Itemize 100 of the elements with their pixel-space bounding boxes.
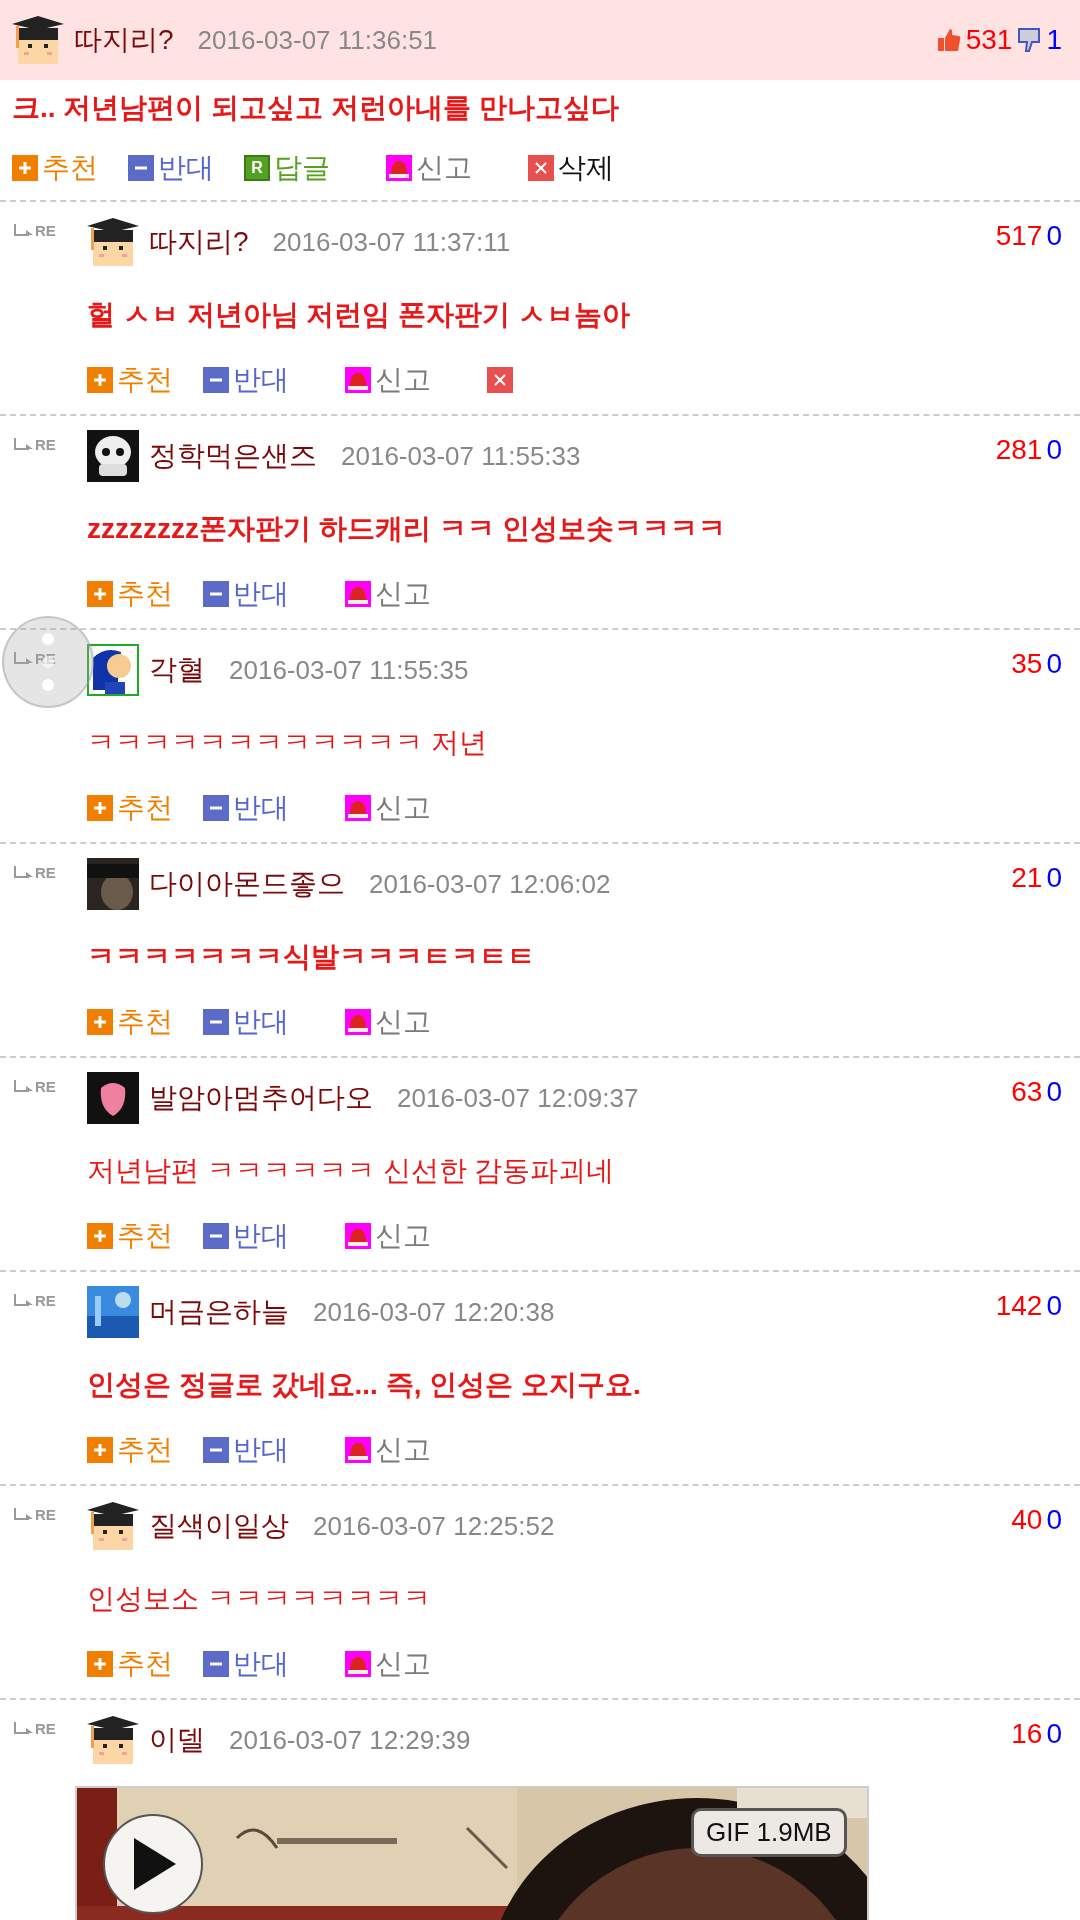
reply-arrow-icon xyxy=(12,1079,34,1095)
dislike-count: 0 xyxy=(1046,1076,1062,1108)
author-name[interactable]: 각혈 xyxy=(149,651,205,689)
dislike-count: 0 xyxy=(1046,1718,1062,1750)
like-count: 63 xyxy=(1011,1076,1043,1108)
reply-arrow-icon xyxy=(12,1721,34,1737)
siren-icon xyxy=(345,1009,371,1035)
reply-tag: RE xyxy=(35,1506,56,1523)
report-button[interactable]: 신고 xyxy=(345,1645,431,1683)
reply-tag: RE xyxy=(35,1078,56,1095)
reply-button[interactable]: R 답글 xyxy=(244,149,330,187)
comment-text: 헐 ㅅㅂ 저년아님 저런임 폰자판기 ㅅㅂ놈아 xyxy=(87,298,630,332)
gif-size-badge: GIF 1.9MB xyxy=(691,1808,847,1857)
minus-icon xyxy=(203,1223,229,1249)
like-count: 142 xyxy=(995,1290,1043,1322)
reply-arrow-icon xyxy=(12,651,34,667)
recommend-button[interactable]: 추천 xyxy=(87,575,173,613)
minus-icon xyxy=(128,155,154,181)
author-name[interactable]: 발암아멈추어다오 xyxy=(149,1079,373,1117)
thumbs-down-icon[interactable] xyxy=(1016,27,1043,53)
delete-button[interactable] xyxy=(487,367,513,393)
recommend-button[interactable]: 추천 xyxy=(87,1645,173,1683)
reply-tag: RE xyxy=(35,222,56,239)
report-button[interactable]: 신고 xyxy=(386,149,472,187)
author-name[interactable]: 따지리? xyxy=(149,223,249,261)
comment-text: 크.. 저년남편이 되고싶고 저런아내를 만나고싶다 xyxy=(12,91,619,125)
siren-icon xyxy=(345,367,371,393)
oppose-button[interactable]: 반대 xyxy=(203,1217,289,1255)
like-count: 531 xyxy=(965,24,1013,56)
recommend-button[interactable]: 추천 xyxy=(87,1431,173,1469)
siren-icon xyxy=(386,155,412,181)
author-name[interactable]: 정학먹은샌즈 xyxy=(149,437,317,475)
author-name[interactable]: 이델 xyxy=(149,1721,205,1759)
r-icon: R xyxy=(244,155,270,181)
dislike-count: 0 xyxy=(1046,1504,1062,1536)
plus-icon xyxy=(87,1437,113,1463)
comment-text: ㅋㅋㅋㅋㅋㅋㅋ식발ㅋㅋㅋㅌㅋㅌㅌ xyxy=(87,940,535,974)
comment-text: ㅋㅋㅋㅋㅋㅋㅋㅋㅋㅋㅋㅋ 저년 xyxy=(87,726,487,760)
siren-icon xyxy=(345,1437,371,1463)
timestamp: 2016-03-07 12:29:39 xyxy=(229,1724,471,1756)
reply-arrow-icon xyxy=(12,223,34,239)
reply-tag: RE xyxy=(35,864,56,881)
like-count: 16 xyxy=(1011,1718,1043,1750)
reply-arrow-icon xyxy=(12,1293,34,1309)
reply-tag: RE xyxy=(35,1720,56,1737)
report-button[interactable]: 신고 xyxy=(345,1431,431,1469)
timestamp: 2016-03-07 11:36:51 xyxy=(197,24,438,56)
comment-text: 인성은 정글로 갔네요... 즉, 인성은 오지구요. xyxy=(87,1368,641,1402)
timestamp: 2016-03-07 11:37:11 xyxy=(272,226,511,258)
report-button[interactable]: 신고 xyxy=(345,789,431,827)
recommend-button[interactable]: 추천 xyxy=(87,361,173,399)
recommend-button[interactable]: 추천 xyxy=(12,149,98,187)
reply-arrow-icon xyxy=(12,865,34,881)
report-button[interactable]: 신고 xyxy=(345,1217,431,1255)
delete-button[interactable]: 삭제 xyxy=(528,149,614,187)
report-button[interactable]: 신고 xyxy=(345,575,431,613)
author-name[interactable]: 다이아몬드좋으 xyxy=(149,865,345,903)
reply-tag: RE xyxy=(35,1292,56,1309)
plus-icon xyxy=(87,367,113,393)
author-name[interactable]: 머금은하늘 xyxy=(149,1293,289,1331)
like-count: 35 xyxy=(1011,648,1043,680)
oppose-button[interactable]: 반대 xyxy=(203,1003,289,1041)
oppose-button[interactable]: 반대 xyxy=(203,789,289,827)
plus-icon xyxy=(87,1651,113,1677)
timestamp: 2016-03-07 12:06:02 xyxy=(369,868,611,900)
oppose-button[interactable]: 반대 xyxy=(203,1431,289,1469)
recommend-button[interactable]: 추천 xyxy=(87,1217,173,1255)
siren-icon xyxy=(345,1223,371,1249)
plus-icon xyxy=(87,795,113,821)
close-icon xyxy=(487,367,513,393)
like-count: 281 xyxy=(995,434,1043,466)
reply-arrow-icon xyxy=(12,437,34,453)
report-button[interactable]: 신고 xyxy=(345,361,431,399)
comment-text: 저년남편 ㅋㅋㅋㅋㅋㅋ 신선한 감동파괴네 xyxy=(87,1154,615,1188)
plus-icon xyxy=(87,1223,113,1249)
report-button[interactable]: 신고 xyxy=(345,1003,431,1041)
dislike-count: 0 xyxy=(1046,1290,1062,1322)
timestamp: 2016-03-07 11:55:35 xyxy=(229,654,469,686)
recommend-button[interactable]: 추천 xyxy=(87,1003,173,1041)
thumbs-up-icon[interactable] xyxy=(935,27,962,53)
reply-tag: RE xyxy=(35,436,56,453)
plus-icon xyxy=(87,581,113,607)
recommend-button[interactable]: 추천 xyxy=(87,789,173,827)
timestamp: 2016-03-07 12:25:52 xyxy=(313,1510,555,1542)
author-name[interactable]: 질색이일상 xyxy=(149,1507,289,1545)
dislike-count: 1 xyxy=(1046,24,1062,56)
dislike-count: 0 xyxy=(1046,862,1062,894)
close-icon xyxy=(528,155,554,181)
timestamp: 2016-03-07 12:09:37 xyxy=(397,1082,639,1114)
minus-icon xyxy=(203,1437,229,1463)
siren-icon xyxy=(345,581,371,607)
oppose-button[interactable]: 반대 xyxy=(203,361,289,399)
reply-tag: RE xyxy=(35,650,56,667)
like-count: 517 xyxy=(995,220,1043,252)
timestamp: 2016-03-07 11:55:33 xyxy=(341,440,581,472)
author-name[interactable]: 따지리? xyxy=(74,21,174,59)
oppose-button[interactable]: 반대 xyxy=(128,149,214,187)
timestamp: 2016-03-07 12:20:38 xyxy=(313,1296,555,1328)
oppose-button[interactable]: 반대 xyxy=(203,575,289,613)
oppose-button[interactable]: 반대 xyxy=(203,1645,289,1683)
